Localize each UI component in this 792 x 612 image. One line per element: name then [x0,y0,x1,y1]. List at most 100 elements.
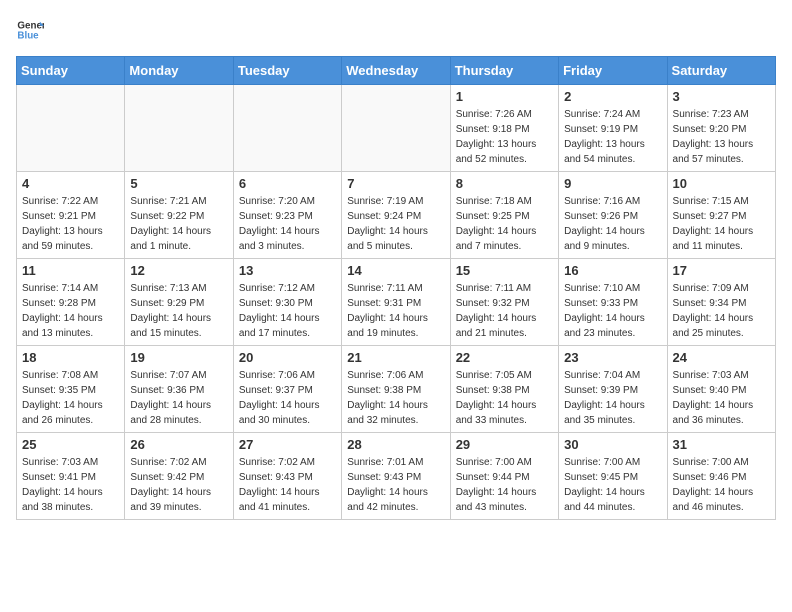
calendar-cell [342,85,450,172]
calendar-cell: 12 Sunrise: 7:13 AM Sunset: 9:29 PM Dayli… [125,259,233,346]
day-info: Sunrise: 7:00 AM Sunset: 9:44 PM Dayligh… [456,455,553,515]
day-info: Sunrise: 7:01 AM Sunset: 9:43 PM Dayligh… [347,455,444,515]
day-info: Sunrise: 7:10 AM Sunset: 9:33 PM Dayligh… [564,281,661,341]
day-number: 16 [564,263,661,278]
calendar-cell: 22 Sunrise: 7:05 AM Sunset: 9:38 PM Dayli… [450,346,558,433]
day-info: Sunrise: 7:04 AM Sunset: 9:39 PM Dayligh… [564,368,661,428]
day-info: Sunrise: 7:06 AM Sunset: 9:38 PM Dayligh… [347,368,444,428]
day-info: Sunrise: 7:11 AM Sunset: 9:31 PM Dayligh… [347,281,444,341]
day-info: Sunrise: 7:03 AM Sunset: 9:40 PM Dayligh… [673,368,770,428]
day-info: Sunrise: 7:02 AM Sunset: 9:42 PM Dayligh… [130,455,227,515]
calendar-cell: 26 Sunrise: 7:02 AM Sunset: 9:42 PM Dayli… [125,433,233,520]
calendar-cell: 21 Sunrise: 7:06 AM Sunset: 9:38 PM Dayli… [342,346,450,433]
col-header-friday: Friday [559,57,667,85]
header: General Blue [16,16,776,44]
day-info: Sunrise: 7:03 AM Sunset: 9:41 PM Dayligh… [22,455,119,515]
logo: General Blue [16,16,44,44]
calendar-cell: 13Sunrise: 7:12 AM Sunset: 9:30 PM Dayli… [233,259,341,346]
calendar-cell: 4Sunrise: 7:22 AM Sunset: 9:21 PM Daylig… [17,172,125,259]
day-info: Sunrise: 7:23 AM Sunset: 9:20 PM Dayligh… [673,107,770,167]
day-number: 28 [347,437,444,452]
day-number: 23 [564,350,661,365]
calendar-cell: 5 Sunrise: 7:21 AM Sunset: 9:22 PM Daylig… [125,172,233,259]
day-number: 27 [239,437,336,452]
day-number: 14 [347,263,444,278]
calendar-cell: 20 Sunrise: 7:06 AM Sunset: 9:37 PM Dayli… [233,346,341,433]
day-number: 15 [456,263,553,278]
col-header-thursday: Thursday [450,57,558,85]
day-number: 20 [239,350,336,365]
calendar-cell [17,85,125,172]
col-header-saturday: Saturday [667,57,775,85]
day-info: Sunrise: 7:09 AM Sunset: 9:34 PM Dayligh… [673,281,770,341]
day-number: 21 [347,350,444,365]
calendar-cell: 25 Sunrise: 7:03 AM Sunset: 9:41 PM Dayli… [17,433,125,520]
day-info: Sunrise: 7:02 AM Sunset: 9:43 PM Dayligh… [239,455,336,515]
day-info: Sunrise: 7:06 AM Sunset: 9:37 PM Dayligh… [239,368,336,428]
col-header-monday: Monday [125,57,233,85]
calendar-cell: 3 Sunrise: 7:23 AM Sunset: 9:20 PM Daylig… [667,85,775,172]
calendar-cell [125,85,233,172]
header-row: SundayMondayTuesdayWednesdayThursdayFrid… [17,57,776,85]
col-header-tuesday: Tuesday [233,57,341,85]
logo-icon: General Blue [16,16,44,44]
calendar-cell: 11Sunrise: 7:14 AM Sunset: 9:28 PM Dayli… [17,259,125,346]
day-number: 22 [456,350,553,365]
day-number: 17 [673,263,770,278]
day-number: 2 [564,89,661,104]
calendar-cell: 16 Sunrise: 7:10 AM Sunset: 9:33 PM Dayli… [559,259,667,346]
week-row-5: 25 Sunrise: 7:03 AM Sunset: 9:41 PM Dayli… [17,433,776,520]
calendar-cell: 19 Sunrise: 7:07 AM Sunset: 9:36 PM Dayli… [125,346,233,433]
day-info: Sunrise: 7:18 AM Sunset: 9:25 PM Dayligh… [456,194,553,254]
day-number: 12 [130,263,227,278]
calendar-cell: 23 Sunrise: 7:04 AM Sunset: 9:39 PM Dayli… [559,346,667,433]
calendar-cell: 6Sunrise: 7:20 AM Sunset: 9:23 PM Daylig… [233,172,341,259]
day-number: 29 [456,437,553,452]
day-number: 7 [347,176,444,191]
calendar-cell: 8 Sunrise: 7:18 AM Sunset: 9:25 PM Daylig… [450,172,558,259]
day-info: Sunrise: 7:14 AM Sunset: 9:28 PM Dayligh… [22,281,119,341]
calendar-cell: 28 Sunrise: 7:01 AM Sunset: 9:43 PM Dayli… [342,433,450,520]
day-number: 24 [673,350,770,365]
day-info: Sunrise: 7:11 AM Sunset: 9:32 PM Dayligh… [456,281,553,341]
calendar-cell [233,85,341,172]
day-info: Sunrise: 7:21 AM Sunset: 9:22 PM Dayligh… [130,194,227,254]
col-header-wednesday: Wednesday [342,57,450,85]
day-number: 6 [239,176,336,191]
day-number: 31 [673,437,770,452]
week-row-2: 4Sunrise: 7:22 AM Sunset: 9:21 PM Daylig… [17,172,776,259]
day-number: 25 [22,437,119,452]
day-number: 5 [130,176,227,191]
calendar-cell: 10 Sunrise: 7:15 AM Sunset: 9:27 PM Dayli… [667,172,775,259]
day-info: Sunrise: 7:05 AM Sunset: 9:38 PM Dayligh… [456,368,553,428]
day-number: 10 [673,176,770,191]
day-number: 8 [456,176,553,191]
calendar-cell: 27 Sunrise: 7:02 AM Sunset: 9:43 PM Dayli… [233,433,341,520]
day-info: Sunrise: 7:08 AM Sunset: 9:35 PM Dayligh… [22,368,119,428]
day-number: 30 [564,437,661,452]
day-info: Sunrise: 7:15 AM Sunset: 9:27 PM Dayligh… [673,194,770,254]
day-number: 3 [673,89,770,104]
week-row-1: 1 Sunrise: 7:26 AM Sunset: 9:18 PM Daylig… [17,85,776,172]
calendar-cell: 30Sunrise: 7:00 AM Sunset: 9:45 PM Dayli… [559,433,667,520]
calendar-cell: 24 Sunrise: 7:03 AM Sunset: 9:40 PM Dayli… [667,346,775,433]
calendar-cell: 9Sunrise: 7:16 AM Sunset: 9:26 PM Daylig… [559,172,667,259]
week-row-3: 11Sunrise: 7:14 AM Sunset: 9:28 PM Dayli… [17,259,776,346]
day-number: 4 [22,176,119,191]
day-info: Sunrise: 7:12 AM Sunset: 9:30 PM Dayligh… [239,281,336,341]
day-number: 26 [130,437,227,452]
day-number: 1 [456,89,553,104]
calendar-cell: 31 Sunrise: 7:00 AM Sunset: 9:46 PM Dayli… [667,433,775,520]
day-number: 9 [564,176,661,191]
day-info: Sunrise: 7:26 AM Sunset: 9:18 PM Dayligh… [456,107,553,167]
svg-text:Blue: Blue [17,30,39,41]
day-info: Sunrise: 7:13 AM Sunset: 9:29 PM Dayligh… [130,281,227,341]
col-header-sunday: Sunday [17,57,125,85]
day-info: Sunrise: 7:24 AM Sunset: 9:19 PM Dayligh… [564,107,661,167]
calendar-cell: 29 Sunrise: 7:00 AM Sunset: 9:44 PM Dayli… [450,433,558,520]
day-info: Sunrise: 7:00 AM Sunset: 9:46 PM Dayligh… [673,455,770,515]
day-number: 18 [22,350,119,365]
day-info: Sunrise: 7:07 AM Sunset: 9:36 PM Dayligh… [130,368,227,428]
week-row-4: 18 Sunrise: 7:08 AM Sunset: 9:35 PM Dayli… [17,346,776,433]
day-number: 19 [130,350,227,365]
